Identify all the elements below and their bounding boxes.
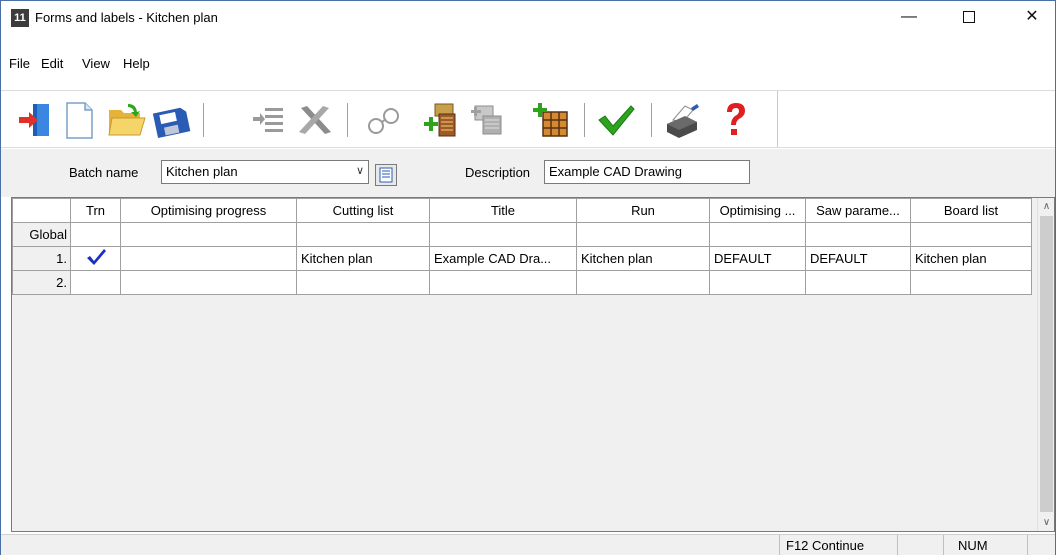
vertical-scrollbar[interactable]: ∧ ∨ — [1037, 198, 1054, 531]
table-cell[interactable] — [120, 246, 297, 271]
status-pane-blank — [897, 535, 943, 555]
title-bar[interactable]: 11 Forms and labels - Kitchen plan — ✕ — [1, 1, 1055, 35]
trn-cell[interactable] — [70, 246, 121, 271]
trn-cell[interactable] — [70, 270, 121, 295]
new-document-icon[interactable] — [59, 100, 99, 140]
list-indent-icon[interactable] — [249, 100, 289, 140]
batch-form: Batch name Kitchen plan ∨ Description Ex… — [1, 149, 1055, 197]
table-cell[interactable]: Example CAD Dra... — [429, 246, 577, 271]
scroll-down-icon[interactable]: ∨ — [1038, 514, 1055, 531]
f12-continue-status[interactable]: F12 Continue — [779, 535, 897, 555]
table-row[interactable]: Global — [12, 222, 1032, 247]
column-header-board-list[interactable]: Board list — [910, 198, 1032, 223]
scroll-thumb[interactable] — [1040, 216, 1053, 512]
batch-name-value: Kitchen plan — [166, 164, 238, 179]
table-cell[interactable] — [576, 222, 710, 247]
app-icon: 11 — [11, 9, 29, 27]
table-cell[interactable]: Kitchen plan — [296, 246, 430, 271]
column-header-run[interactable]: Run — [576, 198, 710, 223]
row-label[interactable]: 1. — [12, 246, 71, 271]
table-cell[interactable] — [709, 270, 806, 295]
add-batch-icon[interactable] — [419, 100, 459, 140]
open-folder-icon[interactable] — [106, 100, 146, 140]
column-header-optimising-progress[interactable]: Optimising progress — [120, 198, 297, 223]
table-row[interactable]: 1. Kitchen plan Example CAD Dra... Kitch… — [12, 246, 1032, 271]
num-lock-indicator: NUM — [943, 535, 1027, 555]
maximize-icon — [963, 10, 975, 23]
description-label: Description — [465, 165, 531, 180]
scroll-up-icon[interactable]: ∧ — [1038, 198, 1055, 215]
chevron-down-icon[interactable]: ∨ — [356, 164, 364, 177]
table-cell[interactable]: DEFAULT — [805, 246, 911, 271]
edit-batch-icon[interactable] — [467, 100, 507, 140]
table-cell[interactable] — [805, 270, 911, 295]
toolbar-separator — [584, 103, 585, 137]
size-grip[interactable] — [1027, 535, 1055, 555]
lookup-button[interactable] — [375, 164, 397, 186]
row-label[interactable]: 2. — [12, 270, 71, 295]
table-cell[interactable] — [805, 222, 911, 247]
header-row: Trn Optimising progress Cutting list Tit… — [12, 198, 1032, 223]
table-cell[interactable] — [576, 270, 710, 295]
toolbar-separator — [203, 103, 204, 137]
table-cell[interactable] — [429, 270, 577, 295]
batch-name-combo[interactable]: Kitchen plan ∨ — [161, 160, 369, 184]
table-cell[interactable]: Kitchen plan — [910, 246, 1032, 271]
add-table-icon[interactable] — [531, 100, 571, 140]
toolbar — [1, 90, 1055, 148]
column-header-optimising[interactable]: Optimising ... — [709, 198, 806, 223]
main-window: 11 Forms and labels - Kitchen plan — ✕ F… — [0, 0, 1056, 555]
toolbar-end-separator — [777, 91, 778, 147]
maximize-button[interactable] — [946, 1, 992, 35]
window-title: Forms and labels - Kitchen plan — [35, 10, 218, 25]
menu-view[interactable]: View — [82, 56, 110, 71]
column-header-saw-parameters[interactable]: Saw parame... — [805, 198, 911, 223]
toolbar-separator — [347, 103, 348, 137]
table-cell[interactable] — [296, 222, 430, 247]
table-cell[interactable]: Kitchen plan — [576, 246, 710, 271]
row-header-corner[interactable] — [12, 198, 71, 223]
description-value: Example CAD Drawing — [549, 164, 682, 179]
menu-help[interactable]: Help — [123, 56, 150, 71]
table-cell[interactable] — [120, 270, 297, 295]
table-cell[interactable] — [910, 270, 1032, 295]
close-button[interactable]: ✕ — [1009, 1, 1055, 35]
toolbar-separator — [651, 103, 652, 137]
status-bar: F12 Continue NUM — [1, 534, 1055, 555]
batch-name-label: Batch name — [69, 165, 139, 180]
table-cell[interactable] — [709, 222, 806, 247]
help-icon[interactable] — [715, 100, 755, 140]
table-cell[interactable] — [296, 270, 430, 295]
checkmark-icon — [86, 249, 106, 265]
table-cell[interactable]: DEFAULT — [709, 246, 806, 271]
minimize-button[interactable]: — — [886, 1, 932, 35]
glasses-icon[interactable] — [363, 100, 403, 140]
batch-table: Trn Optimising progress Cutting list Tit… — [12, 198, 1032, 295]
column-header-cutting-list[interactable]: Cutting list — [296, 198, 430, 223]
column-header-title[interactable]: Title — [429, 198, 577, 223]
delete-x-icon[interactable] — [295, 100, 335, 140]
table-row[interactable]: 2. — [12, 270, 1032, 295]
num-lock-text: NUM — [958, 538, 988, 553]
save-disk-icon[interactable] — [151, 100, 191, 140]
menu-edit[interactable]: Edit — [41, 56, 63, 71]
checkmark-icon[interactable] — [596, 100, 636, 140]
column-header-trn[interactable]: Trn — [70, 198, 121, 223]
status-pane-main — [1, 535, 779, 555]
list-icon — [379, 167, 393, 183]
batch-grid: Trn Optimising progress Cutting list Tit… — [11, 197, 1055, 532]
exit-door-icon[interactable] — [15, 100, 55, 140]
row-label[interactable]: Global — [12, 222, 71, 247]
printer-icon[interactable] — [661, 100, 701, 140]
menu-file[interactable]: File — [9, 56, 30, 71]
table-cell[interactable] — [910, 222, 1032, 247]
table-cell[interactable] — [120, 222, 297, 247]
trn-cell[interactable] — [70, 222, 121, 247]
table-cell[interactable] — [429, 222, 577, 247]
description-field[interactable]: Example CAD Drawing — [544, 160, 750, 184]
